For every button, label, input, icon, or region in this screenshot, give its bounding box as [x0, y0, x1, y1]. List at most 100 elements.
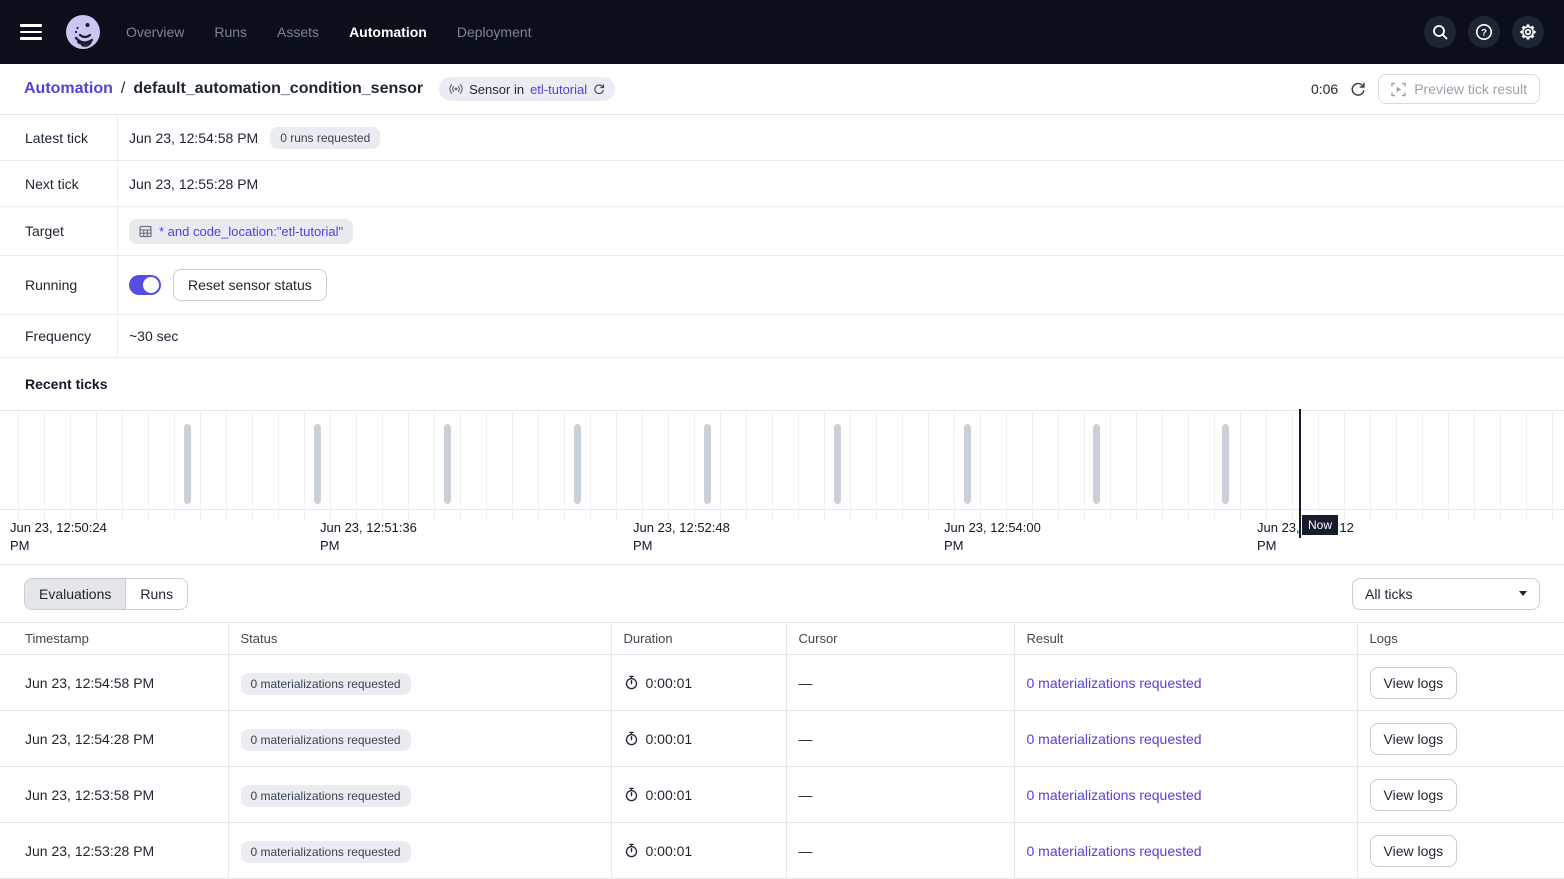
cell-status: 0 materializations requested: [228, 767, 611, 823]
top-navigation: Overview Runs Assets Automation Deployment ?: [0, 0, 1564, 64]
timeline-gridline: [512, 411, 513, 519]
duration-value: 0:00:01: [646, 787, 693, 803]
help-icon[interactable]: ?: [1468, 16, 1500, 48]
reset-sensor-status-button[interactable]: Reset sensor status: [173, 269, 327, 301]
view-logs-button[interactable]: View logs: [1370, 723, 1458, 755]
timeline-gridline: [746, 411, 747, 519]
detail-row-next-tick: Next tick Jun 23, 12:55:28 PM: [0, 161, 1564, 207]
cell-cursor: —: [786, 655, 1014, 711]
timeline-gridline: [1448, 411, 1449, 519]
tick-bar[interactable]: [964, 424, 971, 504]
cell-duration: 0:00:01: [611, 655, 786, 711]
tick-bar[interactable]: [574, 424, 581, 504]
timeline-axis-label: Jun 23, 12:52:48PM: [633, 519, 730, 555]
tick-timeline[interactable]: Now: [0, 410, 1564, 510]
sensor-badge-location-link[interactable]: etl-tutorial: [530, 82, 587, 97]
evaluations-table: TimestampStatusDurationCursorResultLogs …: [0, 622, 1564, 879]
timeline-gridline: [1162, 411, 1163, 519]
badge-refresh-icon[interactable]: [593, 83, 605, 95]
table-header-row: TimestampStatusDurationCursorResultLogs: [0, 623, 1564, 655]
tick-bar[interactable]: [834, 424, 841, 504]
ticks-controls: Evaluations Runs All ticks: [0, 565, 1564, 622]
nav-item-assets[interactable]: Assets: [277, 24, 319, 40]
timeline-gridline: [928, 411, 929, 519]
table-row: Jun 23, 12:54:28 PM0 materializations re…: [0, 711, 1564, 767]
sensor-location-badge: Sensor in etl-tutorial: [439, 77, 615, 101]
breadcrumb-separator: /: [121, 80, 125, 98]
timeline-gridline: [1188, 411, 1189, 519]
timeline-axis-label: Jun 23, 12:50:24PM: [10, 519, 107, 555]
dagster-logo[interactable]: [66, 15, 100, 49]
tick-filter-value: All ticks: [1365, 586, 1412, 602]
tab-evaluations[interactable]: Evaluations: [25, 579, 125, 609]
refresh-icon[interactable]: [1350, 81, 1366, 97]
detail-row-frequency: Frequency ~30 sec: [0, 315, 1564, 358]
tick-bar[interactable]: [1093, 424, 1100, 504]
tick-bar[interactable]: [1222, 424, 1229, 504]
hamburger-menu-icon[interactable]: [20, 20, 44, 44]
timeline-gridline: [642, 411, 643, 519]
nav-item-runs[interactable]: Runs: [214, 24, 247, 40]
stopwatch-icon: [624, 675, 639, 690]
timeline-axis-label: Jun 23, 12:51:36PM: [320, 519, 417, 555]
duration-value: 0:00:01: [646, 731, 693, 747]
preview-tick-result-button[interactable]: Preview tick result: [1378, 74, 1540, 104]
nav-item-automation[interactable]: Automation: [349, 24, 427, 40]
duration-value: 0:00:01: [646, 675, 693, 691]
timeline-gridline: [1240, 411, 1241, 519]
running-toggle[interactable]: [129, 275, 161, 295]
table-body: Jun 23, 12:54:58 PM0 materializations re…: [0, 655, 1564, 879]
timeline-gridline: [70, 411, 71, 519]
timeline-gridline: [538, 411, 539, 519]
view-logs-button[interactable]: View logs: [1370, 667, 1458, 699]
running-label: Running: [0, 256, 118, 314]
tick-filter-dropdown[interactable]: All ticks: [1352, 578, 1540, 610]
column-header-result: Result: [1014, 623, 1357, 655]
detail-row-target: Target * and code_location:"etl-tutorial…: [0, 207, 1564, 256]
timeline-gridline: [1500, 411, 1501, 519]
timeline-gridline: [772, 411, 773, 519]
cell-result: 0 materializations requested: [1014, 655, 1357, 711]
timeline-gridline: [330, 411, 331, 519]
timeline-gridline: [824, 411, 825, 519]
timeline-gridline: [174, 411, 175, 519]
timeline-gridline: [252, 411, 253, 519]
cell-status: 0 materializations requested: [228, 655, 611, 711]
column-header-timestamp: Timestamp: [0, 623, 228, 655]
nav-item-deployment[interactable]: Deployment: [457, 24, 532, 40]
timeline-gridline: [1552, 411, 1553, 519]
view-logs-button[interactable]: View logs: [1370, 779, 1458, 811]
target-label: Target: [0, 207, 118, 255]
breadcrumb-automation-link[interactable]: Automation: [24, 80, 113, 98]
detail-row-running: Running Reset sensor status: [0, 256, 1564, 315]
cell-status: 0 materializations requested: [228, 711, 611, 767]
svg-text:?: ?: [1481, 28, 1487, 39]
status-badge: 0 materializations requested: [241, 673, 411, 695]
nav-item-overview[interactable]: Overview: [126, 24, 184, 40]
column-header-cursor: Cursor: [786, 623, 1014, 655]
cell-duration: 0:00:01: [611, 711, 786, 767]
timeline-gridline: [1266, 411, 1267, 519]
tick-bar[interactable]: [444, 424, 451, 504]
result-link[interactable]: 0 materializations requested: [1027, 787, 1202, 803]
timeline-gridline: [382, 411, 383, 519]
cell-timestamp: Jun 23, 12:53:58 PM: [0, 767, 228, 823]
tick-bar[interactable]: [704, 424, 711, 504]
timeline-gridline: [694, 411, 695, 519]
now-marker-line: [1299, 409, 1301, 538]
settings-gear-icon[interactable]: [1512, 16, 1544, 48]
search-icon[interactable]: [1424, 16, 1456, 48]
table-row: Jun 23, 12:53:58 PM 0 materializations re…: [0, 767, 1564, 823]
tick-bar[interactable]: [314, 424, 321, 504]
result-link[interactable]: 0 materializations requested: [1027, 731, 1202, 747]
cell-cursor: —: [786, 711, 1014, 767]
result-link[interactable]: 0 materializations requested: [1027, 675, 1202, 691]
latest-tick-value: Jun 23, 12:54:58 PM: [129, 130, 258, 146]
target-selection-chip[interactable]: * and code_location:"etl-tutorial": [129, 219, 353, 244]
status-badge: 0 materializations requested: [241, 785, 411, 807]
tab-runs[interactable]: Runs: [125, 579, 187, 609]
cell-duration: 0:00:01: [611, 767, 786, 823]
timeline-gridline: [1006, 411, 1007, 519]
timeline-gridline: [590, 411, 591, 519]
tick-bar[interactable]: [184, 424, 191, 504]
